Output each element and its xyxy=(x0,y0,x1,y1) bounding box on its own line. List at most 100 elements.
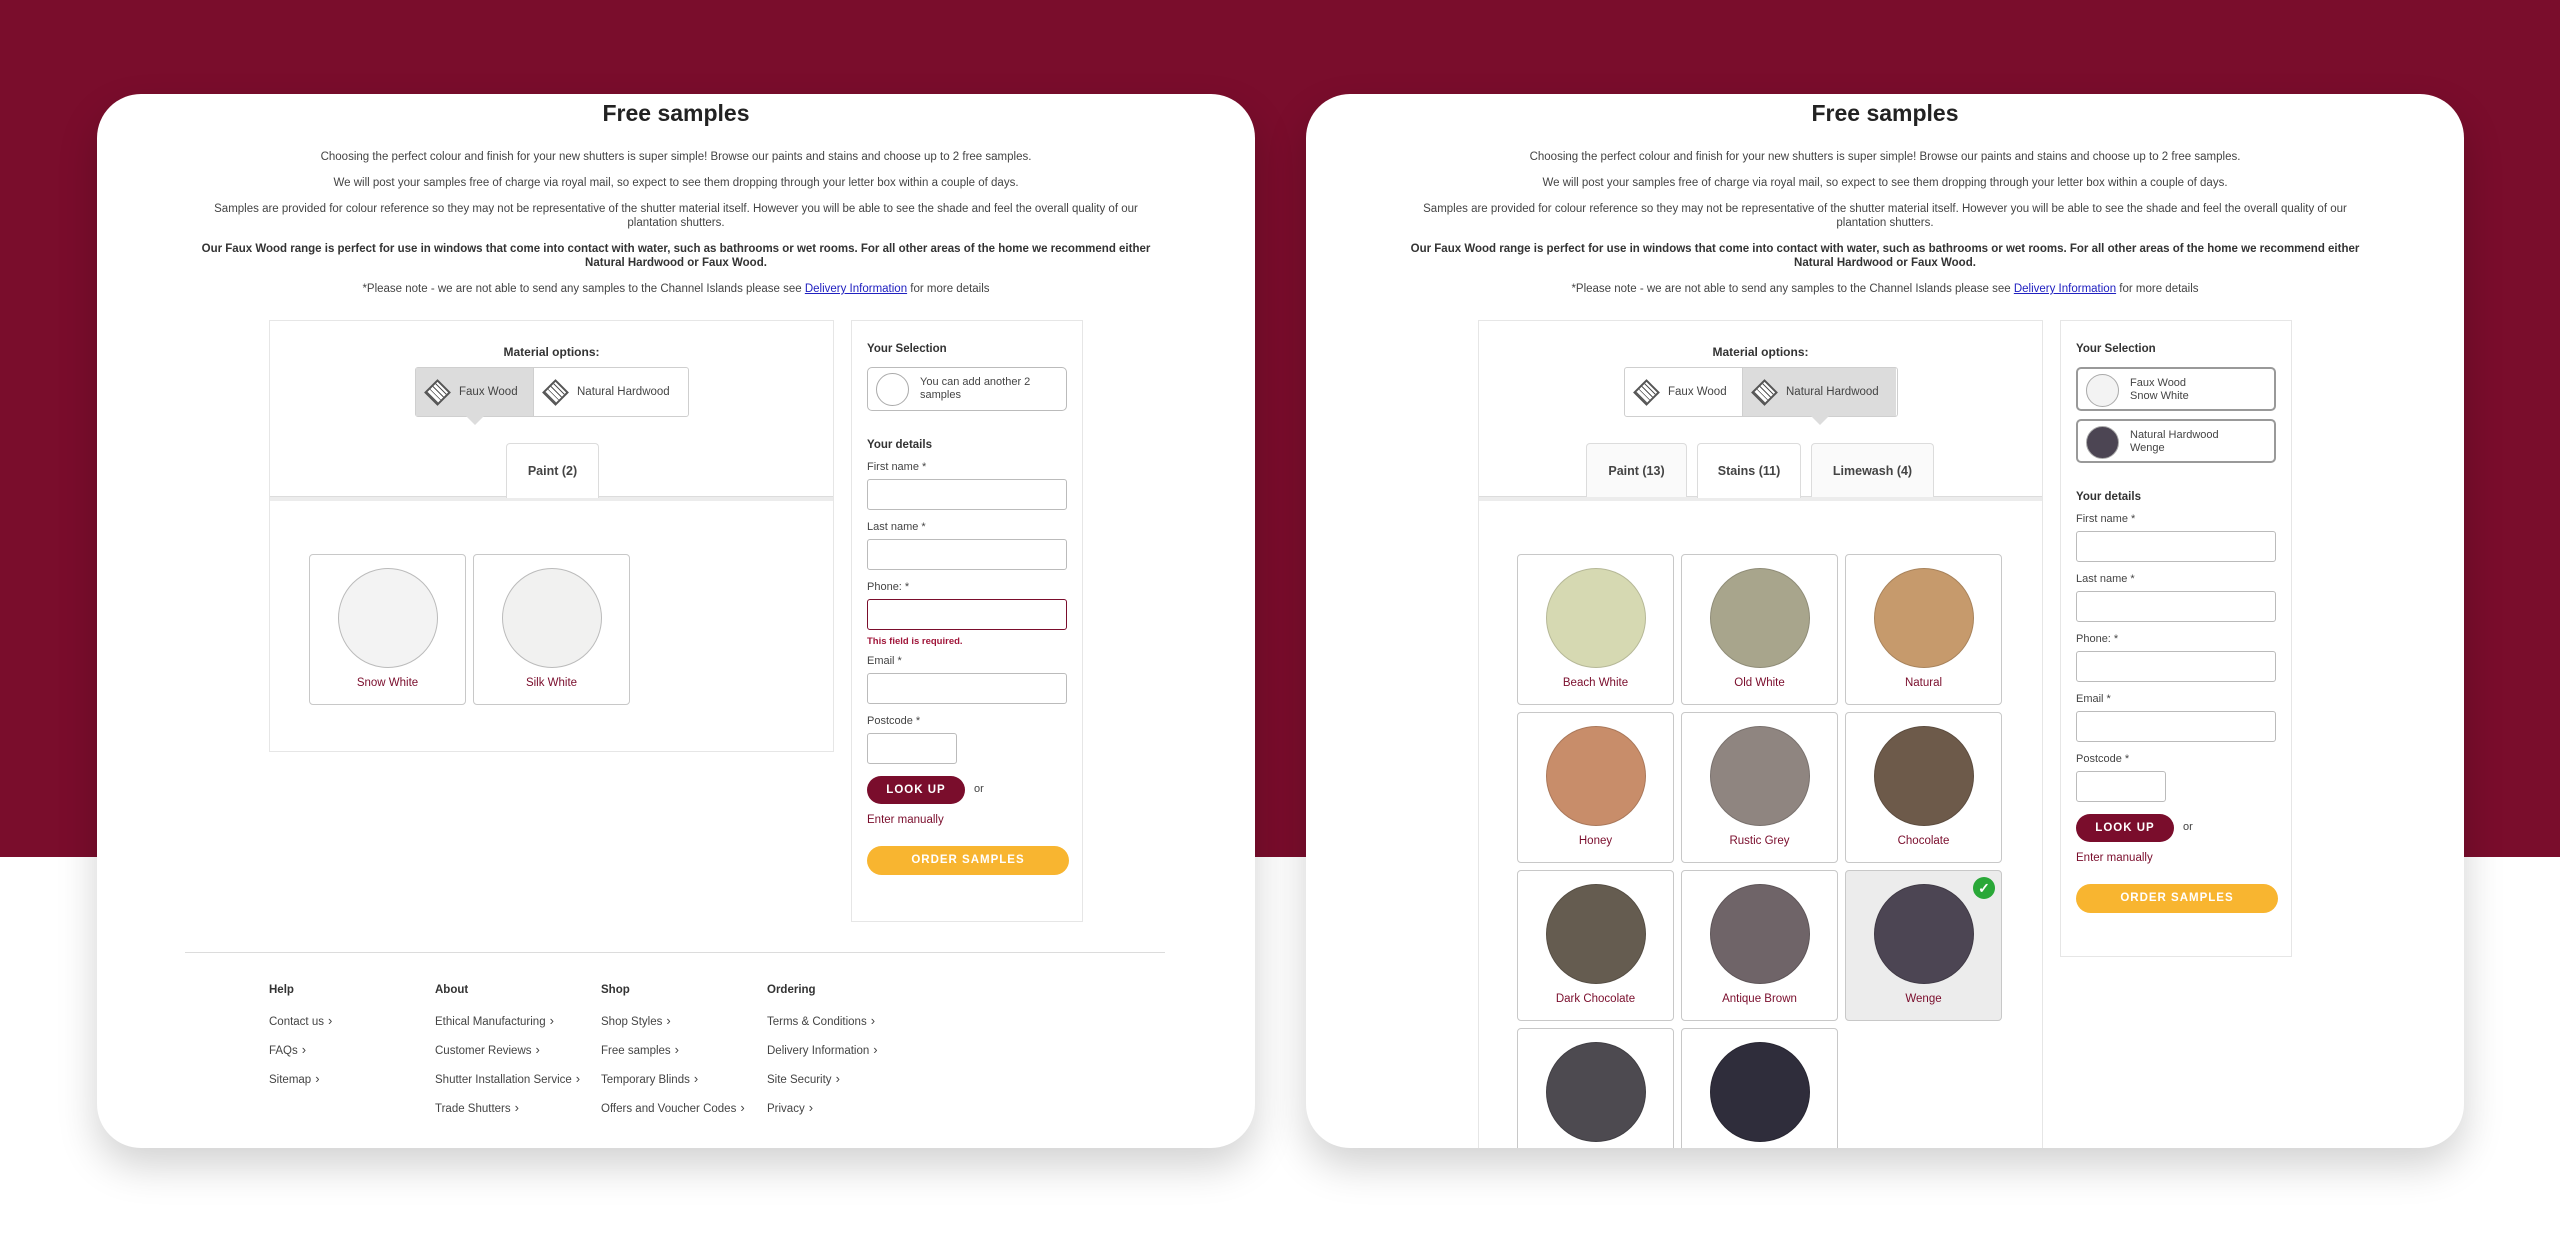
swatch-unlabeled-9[interactable] xyxy=(1517,1028,1674,1148)
postcode-input[interactable] xyxy=(2076,771,2166,802)
swatch-antique-brown[interactable]: Antique Brown xyxy=(1681,870,1838,1021)
delivery-note: *Please note - we are not able to send a… xyxy=(362,283,990,295)
intro-paragraph: We will post your samples free of charge… xyxy=(1542,177,2228,189)
material-option-faux-wood[interactable]: Faux Wood xyxy=(1625,368,1742,416)
selection-panel: Your Selection Faux Wood Snow White Natur… xyxy=(2060,320,2292,957)
material-option-natural-hardwood[interactable]: Natural Hardwood xyxy=(533,368,687,416)
delivery-information-link[interactable]: Delivery Information xyxy=(2014,283,2116,295)
chevron-right-icon: › xyxy=(327,1013,333,1028)
swatch-label: Snow White xyxy=(356,677,419,689)
footer-link[interactable]: Terms & Conditions › xyxy=(767,1013,878,1028)
swatch-label: Rustic Grey xyxy=(1729,835,1790,847)
swatch-color xyxy=(1874,884,1974,984)
footer-link[interactable]: Site Security › xyxy=(767,1071,878,1086)
footer-link[interactable]: Shop Styles › xyxy=(601,1013,745,1028)
look-up-button[interactable]: LOOK UP xyxy=(2076,814,2174,842)
swatch-beach-white[interactable]: Beach White xyxy=(1517,554,1674,705)
page-title: Free samples xyxy=(1811,100,1959,126)
natural-hardwood-icon xyxy=(1751,378,1778,406)
page-title: Free samples xyxy=(602,100,750,126)
footer-link[interactable]: Shutter Installation Service › xyxy=(435,1071,581,1086)
footer-link[interactable]: Contact us › xyxy=(269,1013,333,1028)
your-selection-heading: Your Selection xyxy=(867,343,947,355)
delivery-information-link[interactable]: Delivery Information xyxy=(805,283,907,295)
footer-link[interactable]: Privacy › xyxy=(767,1100,878,1115)
email-input[interactable] xyxy=(2076,711,2276,742)
footer-link[interactable]: Free samples › xyxy=(601,1042,745,1057)
intro-paragraph: Choosing the perfect colour and finish f… xyxy=(1529,151,2241,163)
tab-paint[interactable]: Paint (2) xyxy=(506,443,599,498)
tab-stains[interactable]: Stains (11) xyxy=(1697,443,1801,498)
last-name-label: Last name * xyxy=(867,521,926,533)
swatch-color xyxy=(1546,1042,1646,1142)
intro-paragraph: Samples are provided for colour referenc… xyxy=(1423,203,2347,229)
order-samples-button[interactable]: ORDER SAMPLES xyxy=(867,846,1069,875)
footer-link[interactable]: Temporary Blinds › xyxy=(601,1071,745,1086)
footer-link[interactable]: Trade Shutters › xyxy=(435,1100,580,1115)
enter-manually-link[interactable]: Enter manually xyxy=(2076,852,2153,864)
swatch-color xyxy=(1710,1042,1810,1142)
footer-link[interactable]: Sitemap › xyxy=(269,1071,332,1086)
checkmark-icon: ✓ xyxy=(1973,877,1995,899)
swatch-color xyxy=(1710,568,1810,668)
tab-paint[interactable]: Paint (13) xyxy=(1586,443,1687,497)
intro-text: Choosing the perfect colour and finish f… xyxy=(1406,150,2364,308)
chevron-right-icon: › xyxy=(549,1013,554,1028)
chevron-right-icon: › xyxy=(535,1042,540,1057)
footer-heading: Shop xyxy=(601,984,630,996)
swatch-rustic-grey[interactable]: Rustic Grey xyxy=(1681,712,1838,863)
swatch-honey[interactable]: Honey xyxy=(1517,712,1674,863)
selection-panel: Your Selection You can add another 2 samp… xyxy=(851,320,1083,922)
phone-input[interactable] xyxy=(867,599,1067,630)
intro-text: Choosing the perfect colour and finish f… xyxy=(197,150,1155,308)
selection-item[interactable]: Natural Hardwood Wenge xyxy=(2076,419,2276,463)
email-label: Email * xyxy=(2076,693,2111,705)
postcode-input[interactable] xyxy=(867,733,957,764)
footer-column-help: Help Contact us › FAQs › Sitemap › xyxy=(269,984,332,1100)
tab-limewash[interactable]: Limewash (4) xyxy=(1811,443,1934,497)
screenshot-card-left: Free samples Choosing the perfect colour… xyxy=(97,94,1255,1148)
first-name-input[interactable] xyxy=(867,479,1067,510)
footer-link[interactable]: Ethical Manufacturing › xyxy=(435,1013,580,1028)
phone-input[interactable] xyxy=(2076,651,2276,682)
swatch-snow-white[interactable]: Snow White xyxy=(309,554,466,705)
swatch-dark-chocolate[interactable]: Dark Chocolate xyxy=(1517,870,1674,1021)
email-input[interactable] xyxy=(867,673,1067,704)
selection-swatch xyxy=(2086,374,2119,407)
material-option-natural-hardwood[interactable]: Natural Hardwood xyxy=(1742,368,1896,425)
swatch-chocolate[interactable]: Chocolate xyxy=(1845,712,2002,863)
chevron-right-icon: › xyxy=(693,1071,699,1086)
material-option-faux-wood[interactable]: Faux Wood xyxy=(416,368,533,425)
last-name-input[interactable] xyxy=(2076,591,2276,622)
chevron-right-icon: › xyxy=(740,1100,745,1115)
faux-wood-icon xyxy=(1633,378,1660,406)
footer-column-about: About Ethical Manufacturing › Customer Re… xyxy=(435,984,580,1129)
swatch-color xyxy=(338,568,438,668)
intro-paragraph-bold: Our Faux Wood range is perfect for use i… xyxy=(201,243,1151,269)
swatch-silk-white[interactable]: Silk White xyxy=(473,554,630,705)
chevron-right-icon: › xyxy=(870,1013,876,1028)
phone-label: Phone: * xyxy=(867,581,910,593)
enter-manually-link[interactable]: Enter manually xyxy=(867,814,944,826)
swatch-wenge[interactable]: Wenge ✓ xyxy=(1845,870,2002,1021)
postcode-label: Postcode * xyxy=(867,715,921,727)
look-up-button[interactable]: LOOK UP xyxy=(867,776,965,804)
selection-item[interactable]: Faux Wood Snow White xyxy=(2076,367,2276,411)
swatch-natural[interactable]: Natural xyxy=(1845,554,2002,705)
chevron-right-icon: › xyxy=(575,1071,581,1086)
footer-divider xyxy=(185,952,1165,953)
material-options-label: Material options: xyxy=(1712,345,1809,359)
swatch-unlabeled-10[interactable] xyxy=(1681,1028,1838,1148)
material-panel: Material options: Faux Wood Natural Hard… xyxy=(1478,320,2043,1148)
material-toggle: Faux Wood Natural Hardwood xyxy=(415,367,689,425)
footer-link[interactable]: Delivery Information › xyxy=(767,1042,878,1057)
first-name-input[interactable] xyxy=(2076,531,2276,562)
order-samples-button[interactable]: ORDER SAMPLES xyxy=(2076,884,2278,913)
footer-heading: Ordering xyxy=(767,984,816,996)
footer-link[interactable]: FAQs › xyxy=(269,1042,332,1057)
chevron-right-icon: › xyxy=(514,1100,519,1115)
footer-link[interactable]: Customer Reviews › xyxy=(435,1042,580,1057)
last-name-input[interactable] xyxy=(867,539,1067,570)
swatch-old-white[interactable]: Old White xyxy=(1681,554,1838,705)
footer-link[interactable]: Offers and Voucher Codes › xyxy=(601,1100,745,1115)
